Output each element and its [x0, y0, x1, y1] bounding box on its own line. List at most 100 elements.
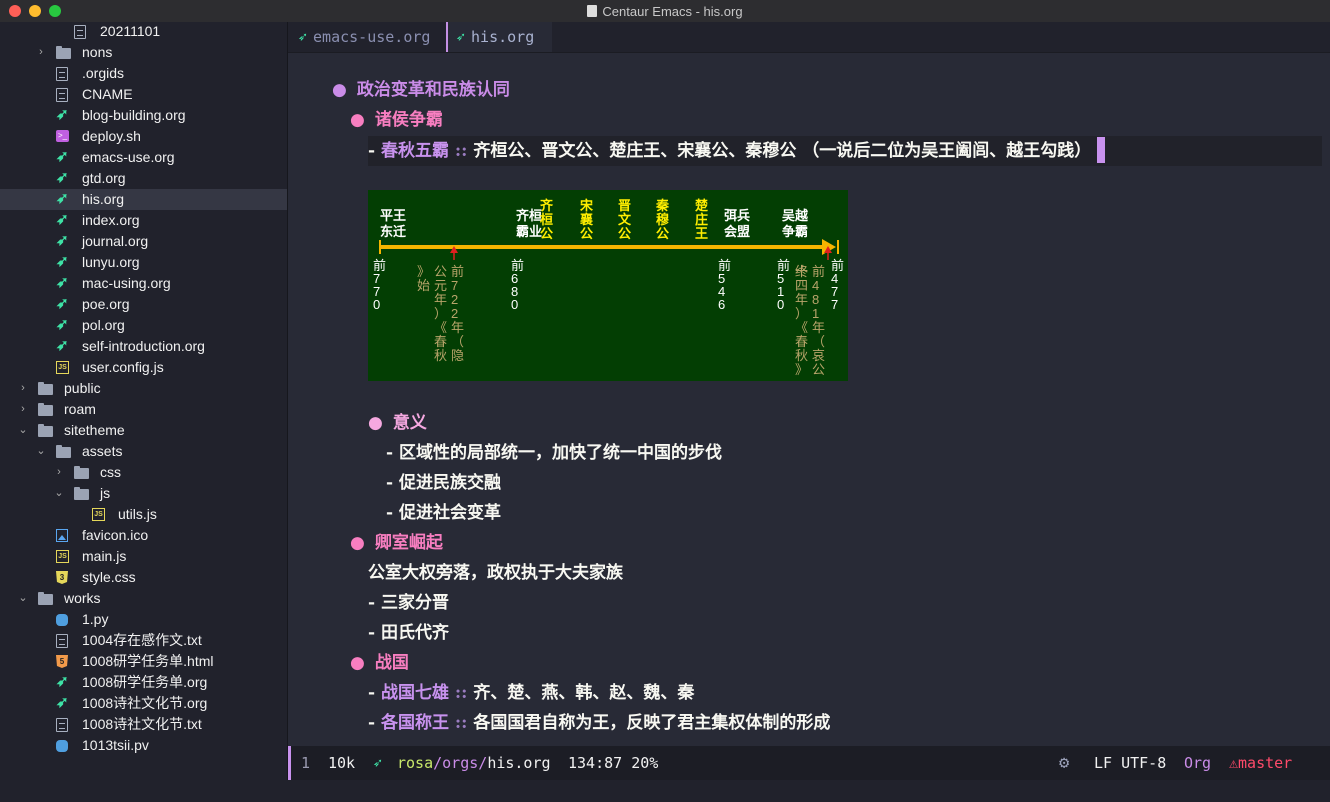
list-item[interactable]: - 三家分晋	[368, 588, 449, 618]
timeline-event-label: 晋	[618, 198, 631, 213]
gear-icon[interactable]: ⚙	[1059, 746, 1069, 780]
chevron-right-icon[interactable]: ›	[18, 399, 28, 420]
heading-level1[interactable]: ● 政治变革和民族认同	[332, 75, 510, 105]
chevron-right-icon[interactable]: ›	[36, 42, 46, 63]
tree-file[interactable]: favicon.ico	[0, 525, 287, 546]
tree-file[interactable]: JS user.config.js	[0, 357, 287, 378]
timeline-note: 春	[795, 334, 808, 349]
list-item[interactable]: - 区域性的局部统一，加快了统一中国的步伐	[386, 438, 722, 468]
heading-level3-meaning[interactable]: ● 意义	[368, 408, 427, 438]
tree-file[interactable]: ➶ 1008研学任务单.org	[0, 672, 287, 693]
timeline-note: 终	[795, 264, 808, 279]
tree-file[interactable]: ➶ lunyu.org	[0, 252, 287, 273]
tree-file[interactable]: .orgids	[0, 63, 287, 84]
timeline-note: 春	[434, 334, 447, 349]
tree-folder[interactable]: › public	[0, 378, 287, 399]
tree-file[interactable]: ➶ poe.org	[0, 294, 287, 315]
tree-file[interactable]: 3 style.css	[0, 567, 287, 588]
paragraph[interactable]: 公室大权旁落，政权执于大夫家族	[368, 558, 623, 588]
tree-file[interactable]: CNAME	[0, 84, 287, 105]
buffer-path[interactable]: rosa/orgs/his.org	[397, 746, 551, 780]
tree-file[interactable]: ➶ gtd.org	[0, 168, 287, 189]
tree-item-label: favicon.ico	[82, 527, 149, 543]
folder-icon	[56, 45, 71, 60]
tree-file[interactable]: ➶ mac-using.org	[0, 273, 287, 294]
list-item[interactable]: - 田氏代齐	[368, 618, 449, 648]
chevron-down-icon[interactable]: ⌄	[54, 483, 64, 504]
tree-folder[interactable]: › css	[0, 462, 287, 483]
tab-his-org[interactable]: ➶ his.org	[446, 22, 552, 52]
tree-file[interactable]: ➶ journal.org	[0, 231, 287, 252]
document-icon	[74, 25, 86, 39]
tree-file[interactable]: 1004存在感作文.txt	[0, 630, 287, 651]
tree-folder[interactable]: ⌄ sitetheme	[0, 420, 287, 441]
tree-file[interactable]: ➶ self-introduction.org	[0, 336, 287, 357]
tree-file[interactable]: 1013tsii.pv	[0, 735, 287, 756]
timeline-event-label: 东迁	[380, 224, 406, 239]
vcs-branch[interactable]: ⚠master	[1229, 746, 1292, 780]
tree-file[interactable]: JS main.js	[0, 546, 287, 567]
editor-buffer[interactable]: ● 政治变革和民族认同 ● 诸侯争霸 - 春秋五霸 :: 齐桓公、晋文公、楚庄王、宋…	[288, 53, 1330, 746]
document-icon	[587, 5, 598, 17]
tab-emacs-use-org[interactable]: ➶ emacs-use.org	[288, 22, 446, 52]
timeline-image: 平王东迁齐桓霸业齐桓公宋襄公晋文公秦穆公楚庄王弭兵会盟吴越争霸 前770前680…	[368, 190, 848, 381]
emacs-window: Centaur Emacs - his.org 20211101 › nons .or…	[0, 0, 1330, 802]
timeline-event-label: 公	[618, 226, 631, 241]
timeline-year-label: 7	[831, 297, 838, 312]
chevron-down-icon[interactable]: ⌄	[18, 420, 28, 441]
tree-item-label: his.org	[82, 191, 125, 207]
current-line-wuba[interactable]: - 春秋五霸 :: 齐桓公、晋文公、楚庄王、宋襄公、秦穆公 （一说后二位为吴王阖…	[368, 136, 1322, 166]
list-item[interactable]: - 促进民族交融	[386, 468, 501, 498]
timeline-event-label: 桓	[540, 212, 553, 227]
tree-file[interactable]: 20211101	[0, 22, 287, 42]
org-file-icon: ➶	[56, 316, 69, 333]
org-file-icon: ➶	[56, 148, 69, 165]
chevron-right-icon[interactable]: ›	[54, 462, 64, 483]
major-mode[interactable]: Org	[1184, 746, 1211, 780]
list-item[interactable]: - 各国称王 :: 各国国君自称为王，反映了君主集权体制的形成	[368, 708, 830, 738]
heading-level2[interactable]: ● 诸侯争霸	[350, 105, 443, 135]
timeline-note: 《	[795, 320, 808, 335]
tree-folder[interactable]: ⌄ works	[0, 588, 287, 609]
tree-file[interactable]: 1008诗社文化节.txt	[0, 714, 287, 735]
tree-file[interactable]: >_ deploy.sh	[0, 126, 287, 147]
chevron-down-icon[interactable]: ⌄	[18, 588, 28, 609]
tree-item-label: index.org	[82, 212, 140, 228]
encoding-indicator[interactable]: LF UTF-8	[1094, 746, 1166, 780]
org-file-icon: ➶	[56, 295, 69, 312]
tree-folder[interactable]: ⌄ js	[0, 483, 287, 504]
tree-item-label: journal.org	[82, 233, 149, 249]
timeline-event-label: 吴越	[782, 208, 809, 223]
tree-file[interactable]: ➶ pol.org	[0, 315, 287, 336]
list-item[interactable]: - 促进社会变革	[386, 498, 501, 528]
timeline-note: 7	[451, 278, 458, 293]
tree-file[interactable]: JS utils.js	[0, 504, 287, 525]
heading-level2[interactable]: ● 战国	[350, 648, 409, 678]
window-number: 1	[301, 754, 311, 772]
chevron-down-icon[interactable]: ⌄	[36, 441, 46, 462]
folder-icon	[38, 591, 53, 606]
list-item[interactable]: - 战国七雄 :: 齐、楚、燕、韩、赵、魏、秦	[368, 678, 694, 708]
timeline-event-label: 楚	[695, 198, 709, 213]
tree-file[interactable]: ➶ his.org	[0, 189, 287, 210]
folder-icon	[38, 381, 53, 396]
tree-folder[interactable]: › roam	[0, 399, 287, 420]
minibuffer[interactable]	[0, 780, 1330, 802]
tree-file[interactable]: ➶ emacs-use.org	[0, 147, 287, 168]
unicorn-icon: ➶	[456, 28, 466, 46]
tree-file[interactable]: 5 1008研学任务单.html	[0, 651, 287, 672]
tree-item-label: blog-building.org	[82, 107, 186, 123]
heading-level2[interactable]: ● 卿室崛起	[350, 528, 443, 558]
timeline-event-label: 穆	[656, 212, 669, 227]
tree-file[interactable]: ➶ 1008诗社文化节.org	[0, 693, 287, 714]
tree-file[interactable]: 1.py	[0, 609, 287, 630]
file-tree-sidebar[interactable]: 20211101 › nons .orgids CNAME ➶ blog-building.…	[0, 22, 287, 802]
tree-item-label: nons	[82, 44, 113, 60]
document-icon	[56, 88, 68, 102]
tree-folder[interactable]: › nons	[0, 42, 287, 63]
tree-folder[interactable]: ⌄ assets	[0, 441, 287, 462]
tree-file[interactable]: ➶ index.org	[0, 210, 287, 231]
chevron-right-icon[interactable]: ›	[18, 378, 28, 399]
tree-file[interactable]: ➶ blog-building.org	[0, 105, 287, 126]
timeline-note: 秋	[434, 348, 447, 363]
